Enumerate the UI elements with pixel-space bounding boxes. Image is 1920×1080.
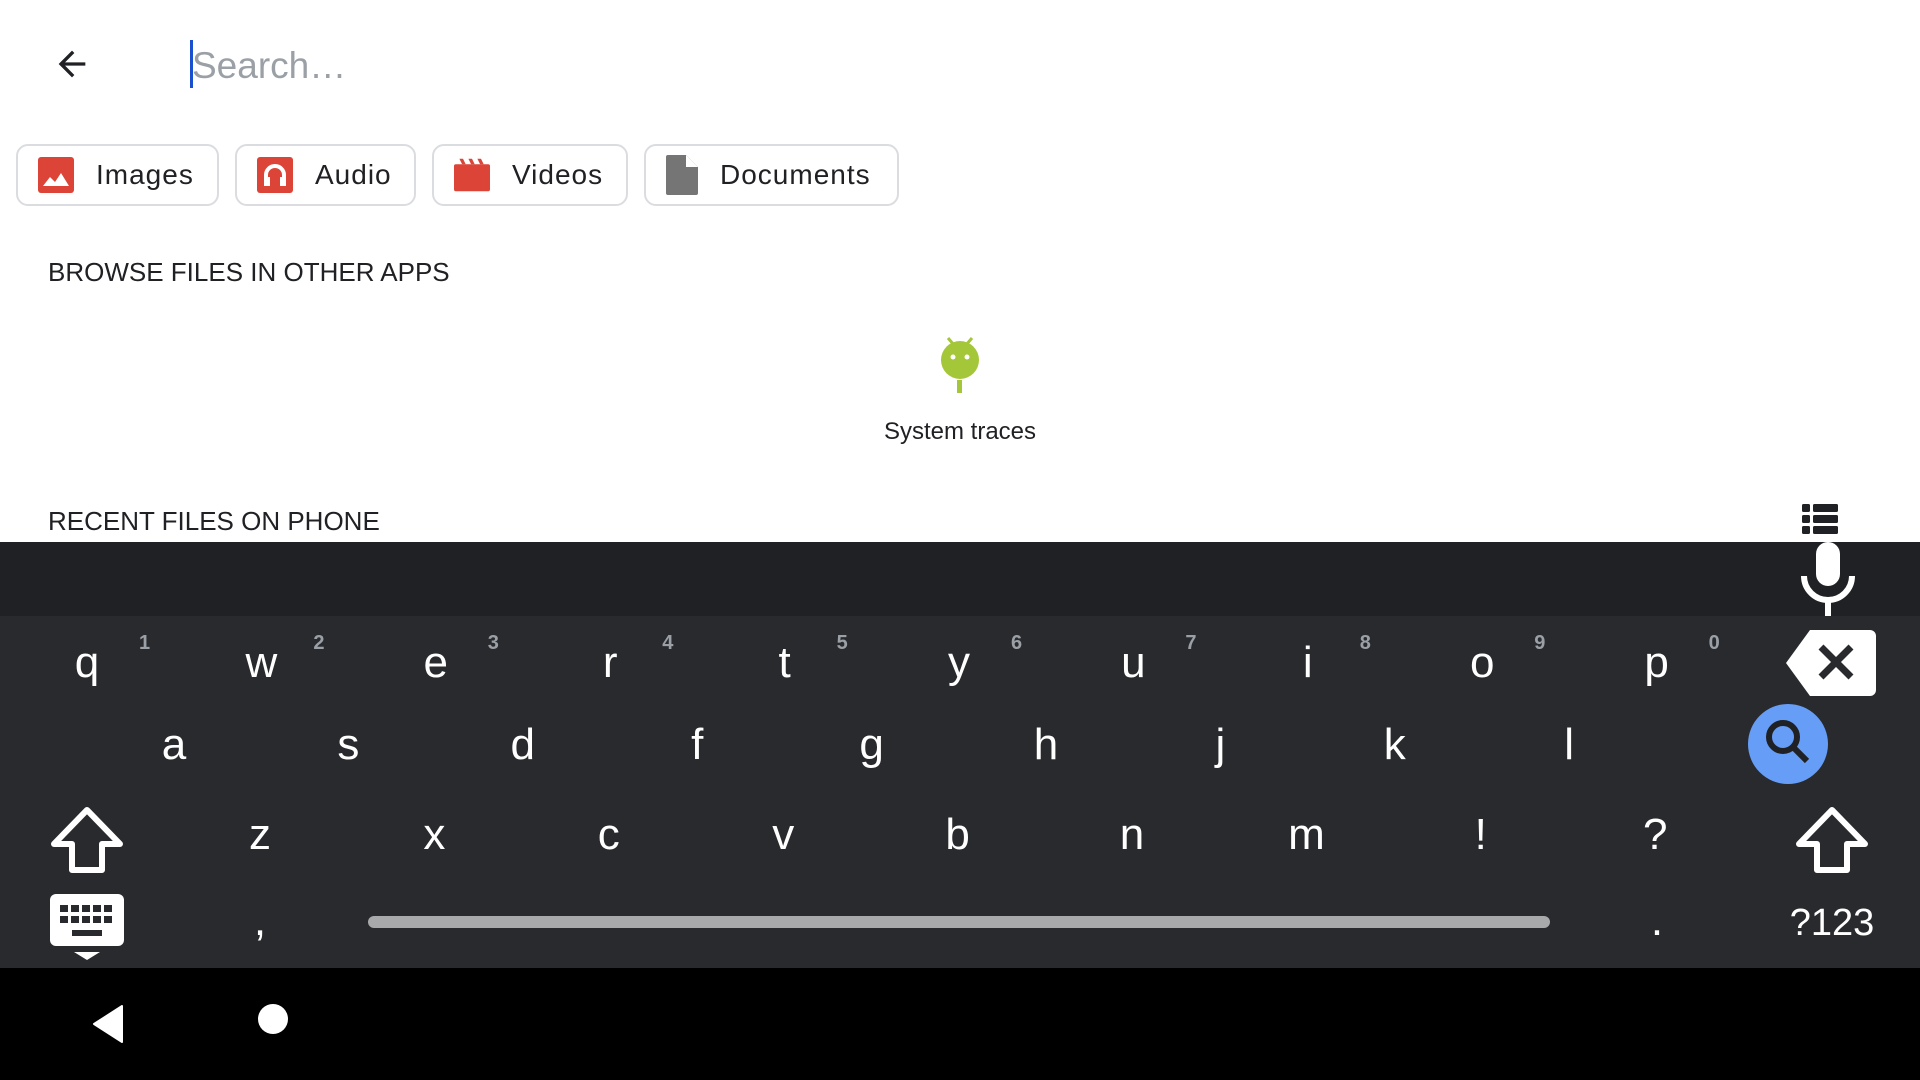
key-n[interactable]: n	[1072, 810, 1192, 860]
voice-input-button[interactable]	[1800, 542, 1856, 616]
key-u[interactable]: u	[1073, 638, 1193, 688]
browse-heading: BROWSE FILES IN OTHER APPS	[48, 257, 450, 287]
key-d[interactable]: d	[463, 720, 583, 770]
key-g[interactable]: g	[812, 720, 932, 770]
key-hint: 6	[1011, 632, 1023, 654]
keyboard-suggestion-strip	[0, 542, 1920, 616]
document-icon	[666, 155, 698, 195]
chip-label: Documents	[720, 159, 871, 190]
key-i[interactable]: i	[1248, 638, 1368, 688]
keyboard-hide-icon	[50, 894, 124, 960]
key-h[interactable]: h	[986, 720, 1106, 770]
key-x[interactable]: x	[374, 810, 494, 860]
key-hint: 1	[139, 632, 151, 654]
key-q[interactable]: q	[27, 638, 147, 688]
navigation-bar	[0, 968, 1920, 1080]
headphones-icon	[257, 157, 293, 193]
chip-audio[interactable]: Audio	[235, 144, 416, 206]
key-hint: 8	[1359, 632, 1371, 654]
search-input[interactable]	[190, 36, 1592, 96]
key-j[interactable]: j	[1160, 720, 1280, 770]
key-hint: 9	[1534, 632, 1546, 654]
keyboard: q1 w2 e3 r4 t5 y6 u7 i8 o9 p0 a s d f g h j k l z x c v b n m!?	[0, 616, 1920, 968]
symbols-key[interactable]: ?123	[1772, 902, 1892, 945]
shift-icon	[51, 807, 123, 873]
key-exclamation[interactable]: !	[1421, 810, 1541, 860]
nav-back-button[interactable]	[92, 1004, 128, 1044]
spacebar[interactable]	[368, 916, 1550, 928]
chip-label: Images	[96, 159, 194, 190]
list-view-icon	[1802, 504, 1838, 534]
search-icon	[1748, 704, 1828, 784]
chip-documents[interactable]: Documents	[644, 144, 899, 206]
key-t[interactable]: t	[725, 638, 845, 688]
key-v[interactable]: v	[723, 810, 843, 860]
chip-images[interactable]: Images	[16, 144, 219, 206]
backspace-key[interactable]	[1786, 630, 1876, 696]
shift-icon	[1796, 807, 1868, 873]
key-c[interactable]: c	[549, 810, 669, 860]
key-hint: 2	[313, 632, 325, 654]
list-view-toggle[interactable]	[1802, 504, 1842, 538]
key-comma[interactable]: ,	[200, 896, 320, 946]
recent-heading: RECENT FILES ON PHONE	[48, 506, 380, 536]
key-e[interactable]: e	[376, 638, 496, 688]
key-o[interactable]: o	[1422, 638, 1542, 688]
key-b[interactable]: b	[898, 810, 1018, 860]
key-y[interactable]: y	[899, 638, 1019, 688]
key-r[interactable]: r	[550, 638, 670, 688]
backspace-icon	[1786, 630, 1876, 696]
shift-key-left[interactable]	[50, 806, 124, 874]
shift-key-right[interactable]	[1795, 806, 1869, 874]
key-hint: 0	[1708, 632, 1720, 654]
key-k[interactable]: k	[1335, 720, 1455, 770]
key-s[interactable]: s	[288, 720, 408, 770]
key-period[interactable]: .	[1597, 896, 1717, 946]
key-w[interactable]: w	[201, 638, 321, 688]
android-icon	[941, 337, 979, 393]
key-hint: 7	[1185, 632, 1197, 654]
clapperboard-icon	[454, 158, 490, 192]
nav-back-icon	[93, 1005, 123, 1043]
text-caret	[190, 40, 193, 88]
key-f[interactable]: f	[637, 720, 757, 770]
key-hint: 4	[662, 632, 674, 654]
search-action-key[interactable]	[1748, 704, 1828, 784]
app-label: System traces	[883, 418, 1037, 445]
key-question[interactable]: ?	[1595, 810, 1715, 860]
key-a[interactable]: a	[114, 720, 234, 770]
chip-label: Audio	[315, 159, 392, 190]
key-m[interactable]: m	[1246, 810, 1366, 860]
arrow-left-icon	[58, 50, 86, 78]
key-hint: 5	[836, 632, 848, 654]
keyboard-hide-key[interactable]	[50, 894, 124, 960]
microphone-icon	[1801, 542, 1855, 616]
chip-label: Videos	[512, 159, 604, 190]
app-system-traces[interactable]	[920, 330, 1000, 400]
image-icon	[38, 157, 74, 193]
nav-home-button[interactable]	[258, 1004, 288, 1034]
key-p[interactable]: p	[1597, 638, 1717, 688]
key-hint: 3	[487, 632, 499, 654]
key-l[interactable]: l	[1509, 720, 1629, 770]
key-z[interactable]: z	[200, 810, 320, 860]
back-button[interactable]	[44, 40, 100, 88]
chip-videos[interactable]: Videos	[432, 144, 628, 206]
